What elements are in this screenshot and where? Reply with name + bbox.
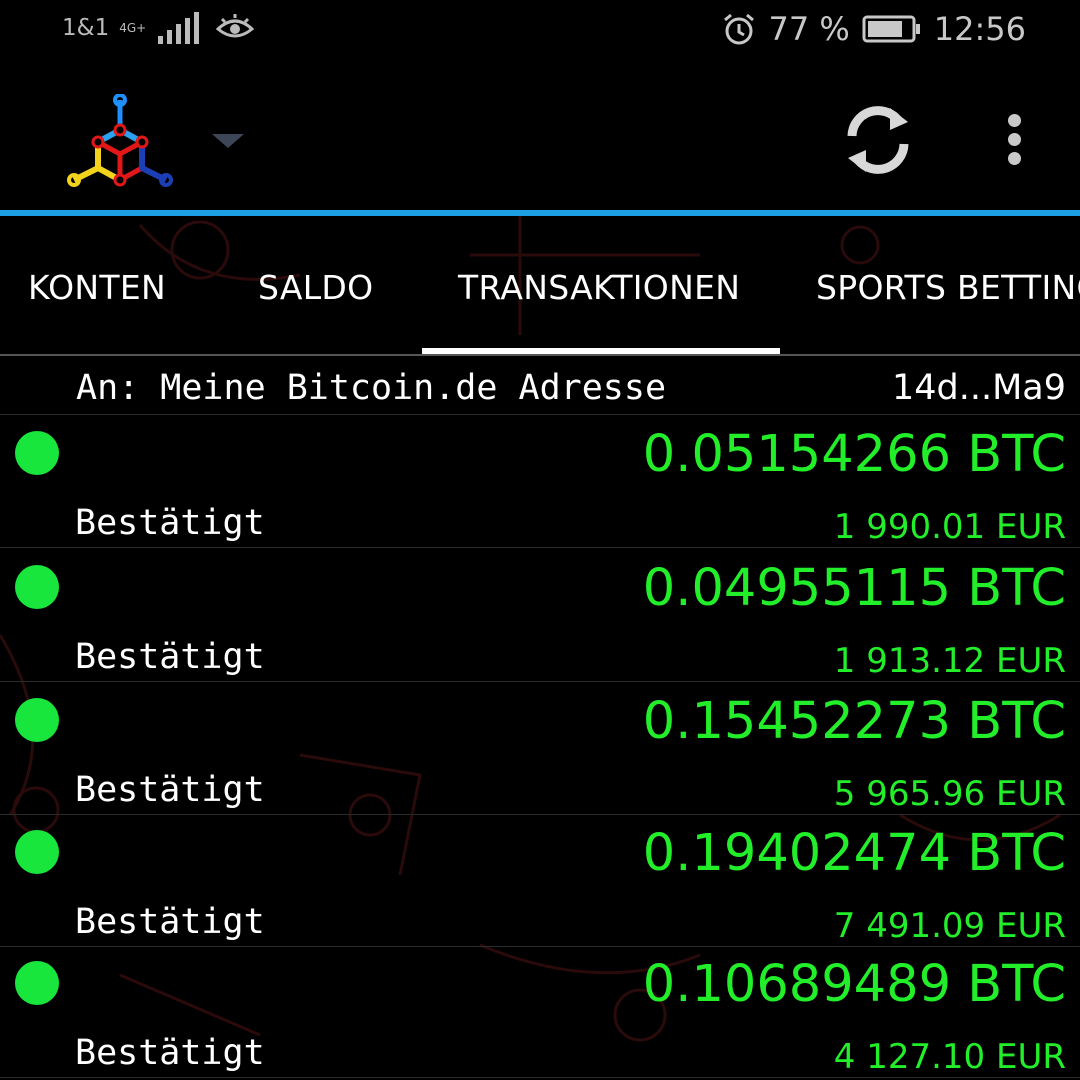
btc-amount: 0.19402474 BTC [642,824,1066,883]
transaction-status: Bestätigt [75,770,265,810]
destination-label: An: Meine Bitcoin.de Adresse [76,368,667,408]
network-label: 4G+ [119,21,147,35]
eur-amount: 1 990.01 EUR [833,507,1066,547]
transaction-status: Bestätigt [75,503,265,543]
app-bar [0,60,1080,210]
tab-konten[interactable]: KONTEN [28,268,166,307]
overflow-menu-icon[interactable] [996,114,1032,170]
confirmed-status-dot-icon [15,565,59,609]
sync-icon[interactable] [840,102,916,178]
transaction-status: Bestätigt [75,637,265,677]
tab-bar: KONTEN SALDO TRANSAKTIONEN SPORTS BETTIN… [0,216,1080,356]
btc-amount: 0.15452273 BTC [642,692,1066,751]
confirmed-status-dot-icon [15,830,59,874]
transaction-row[interactable]: 0.10689489 BTC Bestätigt 4 127.10 EUR [0,945,1080,1078]
battery-icon [862,15,920,43]
eur-amount: 1 913.12 EUR [833,641,1066,681]
clock: 12:56 [933,10,1026,48]
btc-amount: 0.04955115 BTC [642,559,1066,618]
transaction-row[interactable]: 0.19402474 BTC Bestätigt 7 491.09 EUR [0,814,1080,947]
transaction-status: Bestätigt [75,1033,265,1073]
btc-amount: 0.10689489 BTC [642,955,1066,1014]
eye-comfort-icon [216,14,255,38]
confirmed-status-dot-icon [15,961,59,1005]
tab-transaktionen[interactable]: TRANSAKTIONEN [458,268,740,307]
transaction-row[interactable]: 0.05154266 BTC Bestätigt 1 990.01 EUR [0,415,1080,548]
eur-amount: 7 491.09 EUR [833,906,1066,946]
dropdown-arrow-icon[interactable] [212,134,244,148]
confirmed-status-dot-icon [15,431,59,475]
network-type: 4G+ [119,22,146,34]
confirmed-status-dot-icon [15,698,59,742]
transaction-row[interactable]: 0.15452273 BTC Bestätigt 5 965.96 EUR [0,682,1080,815]
transaction-status: Bestätigt [75,902,265,942]
status-bar: 1&1 4G+ 77 % 12:56 [0,0,1080,60]
tab-sports-betting[interactable]: SPORTS BETTING [816,268,1080,307]
battery-percent: 77 % [768,10,850,48]
transaction-destination-row[interactable]: An: Meine Bitcoin.de Adresse 14d...Ma9 [0,356,1080,415]
transaction-row[interactable]: 0.04955115 BTC Bestätigt 1 913.12 EUR [0,549,1080,682]
tab-saldo[interactable]: SALDO [258,268,373,307]
destination-address: 14d...Ma9 [891,368,1066,408]
signal-icon [158,12,200,44]
btc-amount: 0.05154266 BTC [642,425,1066,484]
alarm-icon [724,13,755,45]
eur-amount: 5 965.96 EUR [833,774,1066,814]
eur-amount: 4 127.10 EUR [833,1037,1066,1077]
carrier-label: 1&1 [62,15,110,41]
